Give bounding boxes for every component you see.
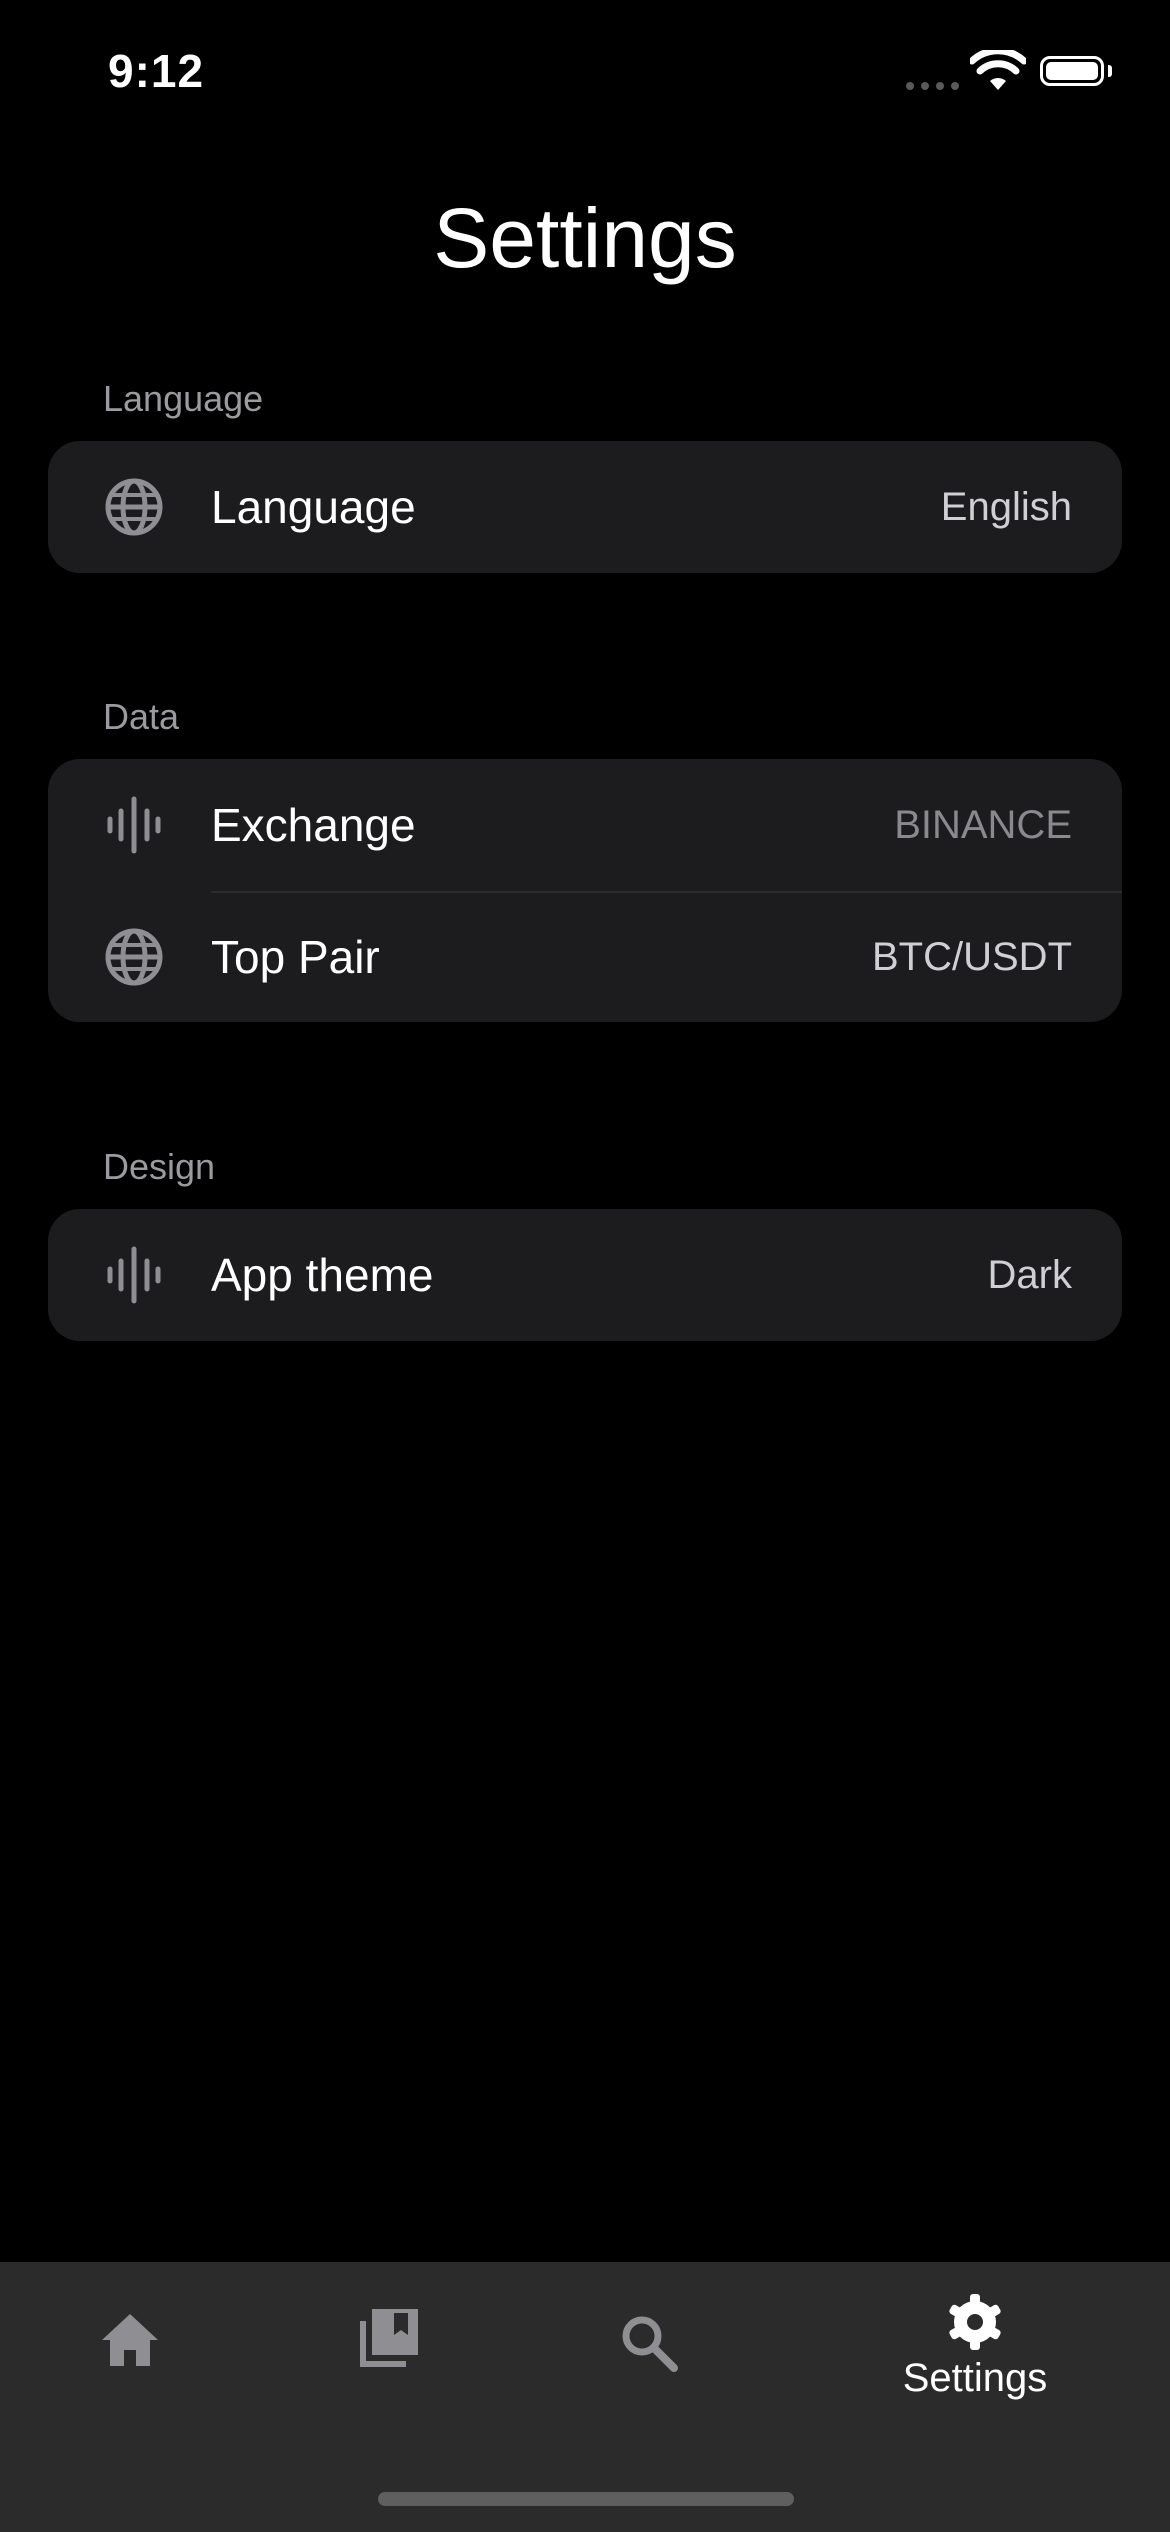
settings-row-exchange[interactable]: Exchange BINANCE	[48, 759, 1122, 891]
battery-icon	[1040, 56, 1104, 86]
section-label-data: Data	[103, 696, 180, 737]
row-label: Top Pair	[211, 931, 380, 983]
library-icon	[360, 2309, 418, 2367]
home-indicator	[378, 2492, 794, 2506]
tab-library[interactable]	[260, 2262, 520, 2432]
group-data: Exchange BINANCE Top Pair BTC/USDT	[48, 759, 1122, 1022]
tab-label: Settings	[902, 2356, 1048, 2400]
settings-row-app-theme[interactable]: App theme Dark	[48, 1209, 1122, 1341]
section-label-design: Design	[103, 1146, 216, 1187]
status-bar: 9:12	[0, 0, 1170, 150]
row-label: App theme	[211, 1249, 434, 1301]
row-label: Language	[211, 481, 416, 533]
wifi-icon	[970, 50, 1026, 90]
group-design: App theme Dark	[48, 1209, 1122, 1341]
tab-search[interactable]	[520, 2262, 780, 2432]
settings-row-top-pair[interactable]: Top Pair BTC/USDT	[48, 891, 1122, 1022]
row-value: BINANCE	[894, 802, 1072, 847]
row-value: English	[940, 484, 1072, 529]
row-label: Exchange	[211, 799, 416, 851]
search-icon	[622, 2316, 678, 2372]
tab-home[interactable]	[0, 2262, 260, 2432]
gear-icon	[949, 2294, 1001, 2350]
group-language: Language English	[48, 441, 1122, 573]
settings-row-language[interactable]: Language English	[48, 441, 1122, 573]
section-label-language: Language	[103, 378, 264, 419]
cellular-signal-icon	[906, 82, 959, 90]
globe-icon	[105, 928, 163, 986]
waveform-icon	[107, 796, 161, 854]
waveform-icon	[107, 1246, 161, 1304]
tab-settings[interactable]: Settings	[845, 2262, 1105, 2432]
globe-icon	[105, 478, 163, 536]
row-divider	[211, 891, 1122, 893]
battery-tip	[1108, 65, 1112, 77]
status-time: 9:12	[108, 45, 205, 97]
row-value: Dark	[987, 1252, 1072, 1297]
page-title: Settings	[433, 191, 737, 285]
row-value: BTC/USDT	[872, 934, 1072, 979]
home-icon	[102, 2314, 158, 2366]
